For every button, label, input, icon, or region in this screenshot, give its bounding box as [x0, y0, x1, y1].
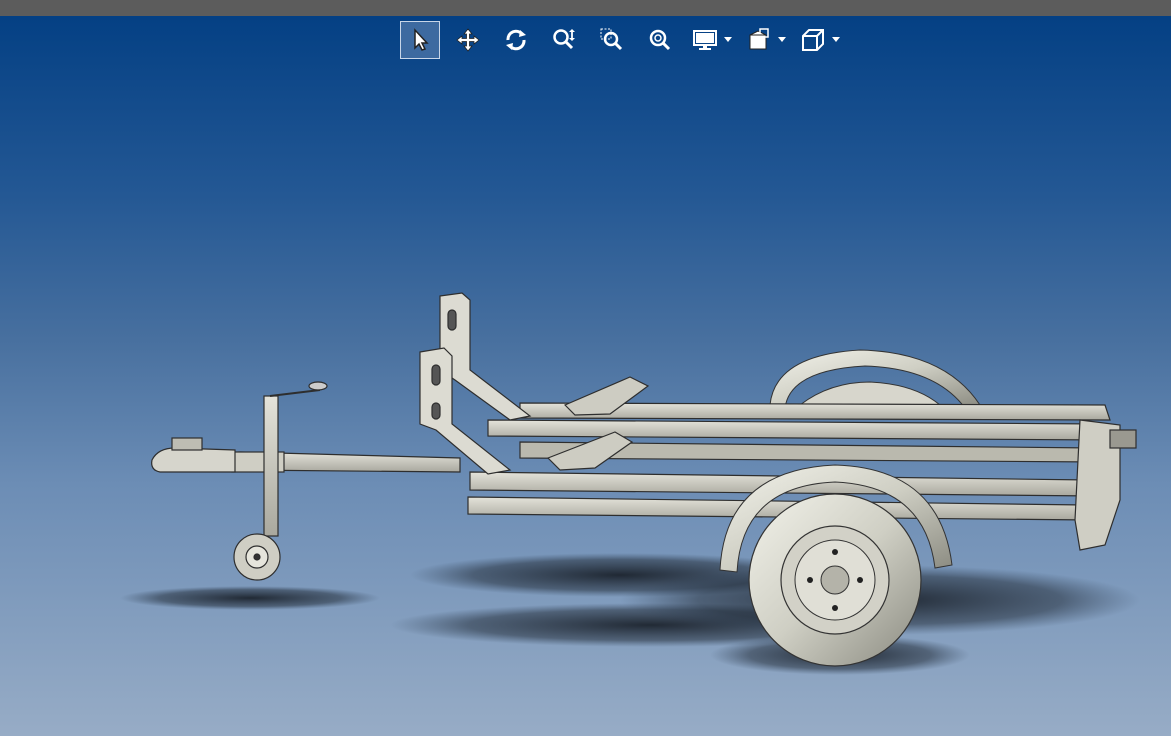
trailer-frame	[154, 402, 1137, 551]
display-style-dropdown[interactable]	[722, 21, 734, 59]
section-view-dropdown[interactable]	[776, 21, 788, 59]
pan-button[interactable]	[448, 21, 488, 59]
jockey-wheel	[233, 381, 328, 581]
zoom-to-area-button[interactable]	[592, 21, 632, 59]
display-style-button[interactable]	[688, 21, 722, 59]
select-button[interactable]	[400, 21, 440, 59]
tow-coupling	[151, 437, 236, 473]
rotate-icon	[506, 29, 526, 51]
trailer-model[interactable]	[0, 16, 1171, 736]
caret-down-icon	[724, 37, 732, 42]
rotate-button[interactable]	[496, 21, 536, 59]
move-arrows-icon	[456, 28, 480, 52]
section-view-group	[742, 21, 788, 59]
window-top-bar	[0, 0, 1171, 16]
view-orientation-group	[796, 21, 842, 59]
section-view-icon	[749, 28, 769, 50]
bow-stop-bracket	[419, 292, 532, 475]
zoom-in-out-icon	[553, 29, 575, 50]
zoom-to-fit-button[interactable]	[640, 21, 680, 59]
cube-icon	[802, 29, 824, 51]
zoom-fit-icon	[649, 29, 671, 51]
caret-down-icon	[778, 37, 786, 42]
display-style-group	[688, 21, 734, 59]
view-toolbar	[400, 20, 850, 60]
monitor-icon	[693, 30, 717, 50]
cursor-arrow-icon	[414, 28, 429, 51]
rear-wheel	[769, 349, 981, 409]
zoom-area-icon	[600, 28, 623, 51]
caret-down-icon	[832, 37, 840, 42]
view-orientation-button[interactable]	[796, 21, 830, 59]
section-view-button[interactable]	[742, 21, 776, 59]
zoom-in-out-button[interactable]	[544, 21, 584, 59]
view-orientation-dropdown[interactable]	[830, 21, 842, 59]
